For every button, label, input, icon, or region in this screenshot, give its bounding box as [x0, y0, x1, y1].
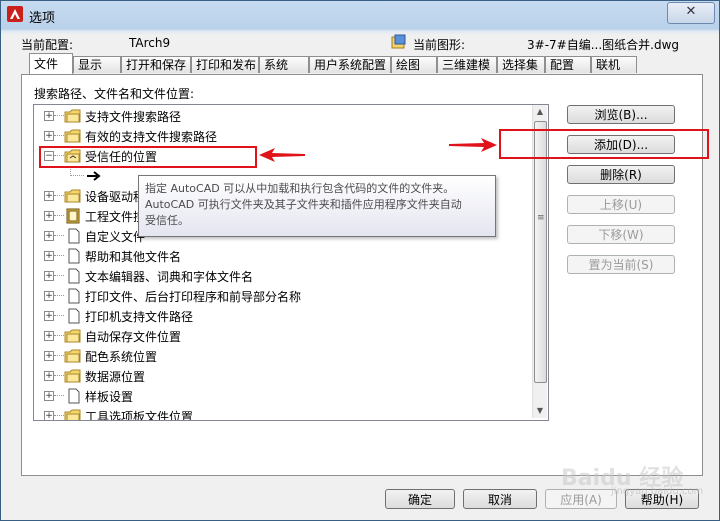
tree-item-label: 自动保存文件位置	[85, 330, 182, 344]
tree-item-label: 配色系统位置	[85, 350, 158, 364]
folder-icon	[64, 129, 81, 143]
panel-label: 搜索路径、文件名和文件位置:	[34, 87, 195, 101]
tree-item-text-editor[interactable]: + 文本编辑器、词典和字体文件名	[34, 266, 534, 286]
expand-icon[interactable]: +	[44, 251, 54, 261]
tree-item-label: 有效的支持文件搜索路径	[85, 130, 218, 144]
tree-item-data-sources[interactable]: + 数据源位置	[34, 366, 534, 386]
scroll-up-icon[interactable]: ▲	[533, 105, 547, 119]
tree-item-support-path[interactable]: + 支持文件搜索路径	[34, 106, 534, 126]
title-bar[interactable]: 选项 ✕	[1, 1, 719, 29]
delete-button[interactable]: 删除(R)	[567, 165, 675, 184]
window-title: 选项	[29, 11, 56, 26]
tree-item-label: 数据源位置	[85, 370, 146, 384]
tab-plot-publish[interactable]: 打印和发布	[191, 56, 259, 73]
tree-item-label: 自定义文件	[85, 230, 146, 244]
tree-item-label: 支持文件搜索路径	[85, 110, 182, 124]
annotation-arrow-right-icon	[449, 138, 497, 152]
tab-user-preferences[interactable]: 用户系统配置	[309, 56, 391, 73]
folder-icon	[64, 409, 81, 420]
tree-item-label: 工具选项板文件位置	[85, 410, 194, 421]
tooltip-line: 受信任。	[145, 214, 189, 227]
tree-item-autosave[interactable]: + 自动保存文件位置	[34, 326, 534, 346]
move-down-button[interactable]: 下移(W)	[567, 225, 675, 244]
tab-online[interactable]: 联机	[591, 56, 637, 73]
expand-icon[interactable]: +	[44, 391, 54, 401]
folder-icon	[64, 349, 81, 363]
tree-item-template-settings[interactable]: + 样板设置	[34, 386, 534, 406]
autocad-app-icon	[7, 6, 23, 22]
tree-item-help-files[interactable]: + 帮助和其他文件名	[34, 246, 534, 266]
options-dialog: 选项 ✕ 当前配置: TArch9 当前图形: 3#-7#自编...图纸合并.d…	[0, 0, 720, 521]
scroll-thumb[interactable]: ≡	[534, 121, 547, 383]
file-icon	[68, 308, 80, 324]
tree-item-color-book[interactable]: + 配色系统位置	[34, 346, 534, 366]
tab-open-save[interactable]: 打开和保存	[121, 56, 191, 73]
tooltip: 指定 AutoCAD 可以从中加载和执行包含代码的文件的文件夹。 AutoCAD…	[138, 175, 496, 237]
expand-icon[interactable]: +	[44, 331, 54, 341]
tree-item-tool-palettes[interactable]: + 工具选项板文件位置	[34, 406, 534, 421]
move-up-button[interactable]: 上移(U)	[567, 195, 675, 214]
profile-value: TArch9	[129, 36, 171, 50]
tab-drafting[interactable]: 绘图	[391, 56, 437, 73]
annotation-highlight-add	[499, 129, 709, 159]
tree-item-printer-support[interactable]: + 打印机支持文件路径	[34, 306, 534, 326]
folder-icon	[64, 369, 81, 383]
expand-icon[interactable]: +	[44, 371, 54, 381]
arrow-right-icon	[87, 171, 101, 181]
expand-icon[interactable]: +	[44, 191, 54, 201]
watermark-url: jingyan.baidu.com	[611, 486, 704, 497]
tab-system[interactable]: 系统	[259, 56, 309, 73]
ok-button[interactable]: 确定	[385, 489, 455, 509]
expand-icon[interactable]: +	[44, 351, 54, 361]
tab-files[interactable]: 文件	[29, 53, 73, 74]
tree-item-print-file[interactable]: + 打印文件、后台打印程序和前导部分名称	[34, 286, 534, 306]
tree-item-label: 打印机支持文件路径	[85, 310, 194, 324]
file-icon	[68, 248, 80, 264]
tree-item-label: 文本编辑器、词典和字体文件名	[85, 270, 254, 284]
book-icon	[66, 208, 80, 224]
tab-3d-modeling[interactable]: 三维建模	[437, 56, 497, 73]
tooltip-line: AutoCAD 可执行文件夹及其子文件夹和插件应用程序文件夹自动	[145, 198, 462, 211]
close-icon: ✕	[685, 4, 697, 19]
drawing-value: 3#-7#自编...图纸合并.dwg	[527, 38, 680, 52]
expand-icon[interactable]: +	[44, 291, 54, 301]
browse-button[interactable]: 浏览(B)...	[567, 105, 675, 124]
expand-icon[interactable]: +	[44, 311, 54, 321]
tree-item-label: 帮助和其他文件名	[85, 250, 182, 264]
file-icon	[68, 288, 80, 304]
folder-icon	[64, 189, 81, 203]
expand-icon[interactable]: +	[44, 111, 54, 121]
tab-display[interactable]: 显示	[73, 56, 121, 73]
cancel-button[interactable]: 取消	[463, 489, 537, 509]
file-icon	[68, 388, 80, 404]
folder-icon	[64, 109, 81, 123]
set-current-button[interactable]: 置为当前(S)	[567, 255, 675, 274]
close-button[interactable]: ✕	[667, 2, 715, 24]
annotation-highlight-trusted	[39, 146, 257, 168]
scroll-down-icon[interactable]: ▼	[533, 404, 547, 418]
profile-label: 当前配置:	[21, 38, 74, 52]
expand-icon[interactable]: +	[44, 211, 54, 221]
expand-icon[interactable]: +	[44, 131, 54, 141]
file-icon	[68, 228, 80, 244]
apply-button[interactable]: 应用(A)	[545, 489, 617, 509]
folder-icon	[64, 329, 81, 343]
drawing-label: 当前图形:	[413, 38, 466, 52]
drawing-icon	[391, 34, 406, 49]
tree-item-label: 打印文件、后台打印程序和前导部分名称	[85, 290, 302, 304]
tree-item-label: 工程文件搜	[85, 210, 146, 224]
tooltip-line: 指定 AutoCAD 可以从中加载和执行包含代码的文件的文件夹。	[145, 182, 455, 195]
tab-profiles[interactable]: 配置	[545, 56, 591, 73]
expand-icon[interactable]: +	[44, 271, 54, 281]
tree-item-label: 设备驱动程	[85, 190, 146, 204]
tree-item-label: 样板设置	[85, 390, 134, 404]
annotation-arrow-left-icon	[259, 148, 305, 162]
grip-icon: ≡	[537, 213, 545, 223]
file-icon	[68, 268, 80, 284]
expand-icon[interactable]: +	[44, 411, 54, 420]
tab-selection[interactable]: 选择集	[497, 56, 545, 73]
expand-icon[interactable]: +	[44, 231, 54, 241]
